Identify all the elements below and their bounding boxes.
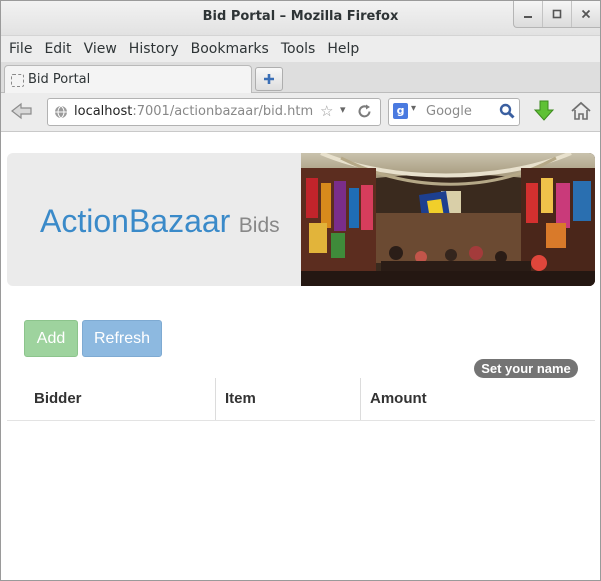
- url-path: :7001/actionbazaar/bid.htm: [132, 104, 314, 119]
- menu-tools[interactable]: Tools: [281, 41, 316, 57]
- menu-view[interactable]: View: [84, 41, 117, 57]
- browser-window: Bid Portal – Mozilla Firefox File Edit V…: [0, 0, 601, 581]
- back-button[interactable]: [7, 99, 37, 123]
- column-header-item[interactable]: Item: [225, 378, 256, 420]
- plus-icon: [264, 74, 274, 84]
- title-bar: Bid Portal – Mozilla Firefox: [1, 1, 600, 36]
- page-content: ActionBazaar Bids Add Refresh Set your n…: [1, 132, 600, 580]
- search-bar[interactable]: g ▾ Google: [388, 98, 520, 126]
- reload-icon: [358, 104, 371, 118]
- menu-bookmarks[interactable]: Bookmarks: [191, 41, 269, 57]
- search-engine-icon[interactable]: g: [393, 103, 408, 119]
- close-button[interactable]: [571, 1, 600, 27]
- chevron-down-icon[interactable]: ▾: [340, 103, 346, 116]
- reload-button[interactable]: [356, 103, 373, 124]
- home-icon: [571, 101, 591, 120]
- menu-file[interactable]: File: [9, 41, 32, 57]
- column-header-amount[interactable]: Amount: [370, 378, 427, 420]
- back-arrow-icon: [11, 102, 32, 120]
- maximize-icon: [552, 9, 562, 19]
- tab-strip: Bid Portal: [1, 62, 600, 93]
- minimize-icon: [524, 16, 532, 18]
- magnifier-icon: [499, 103, 515, 119]
- menu-help[interactable]: Help: [327, 41, 359, 57]
- brand-name: ActionBazaar: [40, 203, 231, 239]
- home-button[interactable]: [567, 98, 595, 124]
- bids-table: Bidder Item Amount: [7, 378, 595, 421]
- downloads-button[interactable]: [531, 98, 557, 124]
- url-host: localhost: [74, 104, 133, 119]
- hero-banner: ActionBazaar Bids: [7, 153, 595, 286]
- menu-edit[interactable]: Edit: [44, 41, 71, 57]
- search-button[interactable]: [499, 103, 515, 123]
- maximize-button[interactable]: [542, 1, 571, 27]
- column-divider: [215, 378, 216, 420]
- menu-history[interactable]: History: [129, 41, 179, 57]
- add-button[interactable]: Add: [24, 320, 78, 357]
- tab-bid-portal[interactable]: Bid Portal: [4, 65, 252, 93]
- bazaar-photo: [301, 153, 595, 286]
- minimize-button[interactable]: [514, 1, 542, 27]
- set-name-badge[interactable]: Set your name: [474, 359, 578, 378]
- globe-icon: [55, 105, 67, 119]
- column-header-bidder[interactable]: Bidder: [34, 378, 82, 420]
- brand-subtitle: Bids: [238, 214, 280, 237]
- close-icon: [581, 9, 591, 19]
- window-title: Bid Portal – Mozilla Firefox: [202, 9, 399, 24]
- download-arrow-icon: [533, 100, 555, 121]
- search-placeholder: Google: [426, 104, 472, 119]
- search-engine-dropdown-icon[interactable]: ▾: [411, 103, 416, 114]
- navigation-bar: localhost:7001/actionbazaar/bid.htm ☆ ▾ …: [1, 93, 600, 132]
- star-icon[interactable]: ☆: [320, 102, 333, 120]
- window-controls: [513, 1, 600, 28]
- url-bar[interactable]: localhost:7001/actionbazaar/bid.htm ☆ ▾: [47, 98, 381, 126]
- menu-bar: File Edit View History Bookmarks Tools H…: [1, 36, 600, 62]
- new-tab-button[interactable]: [255, 67, 283, 91]
- page-favicon-icon: [11, 74, 24, 87]
- column-divider: [360, 378, 361, 420]
- tab-label: Bid Portal: [28, 72, 91, 87]
- url-text: localhost:7001/actionbazaar/bid.htm: [74, 104, 322, 119]
- brand-heading: ActionBazaar Bids: [40, 203, 280, 240]
- refresh-button[interactable]: Refresh: [82, 320, 162, 357]
